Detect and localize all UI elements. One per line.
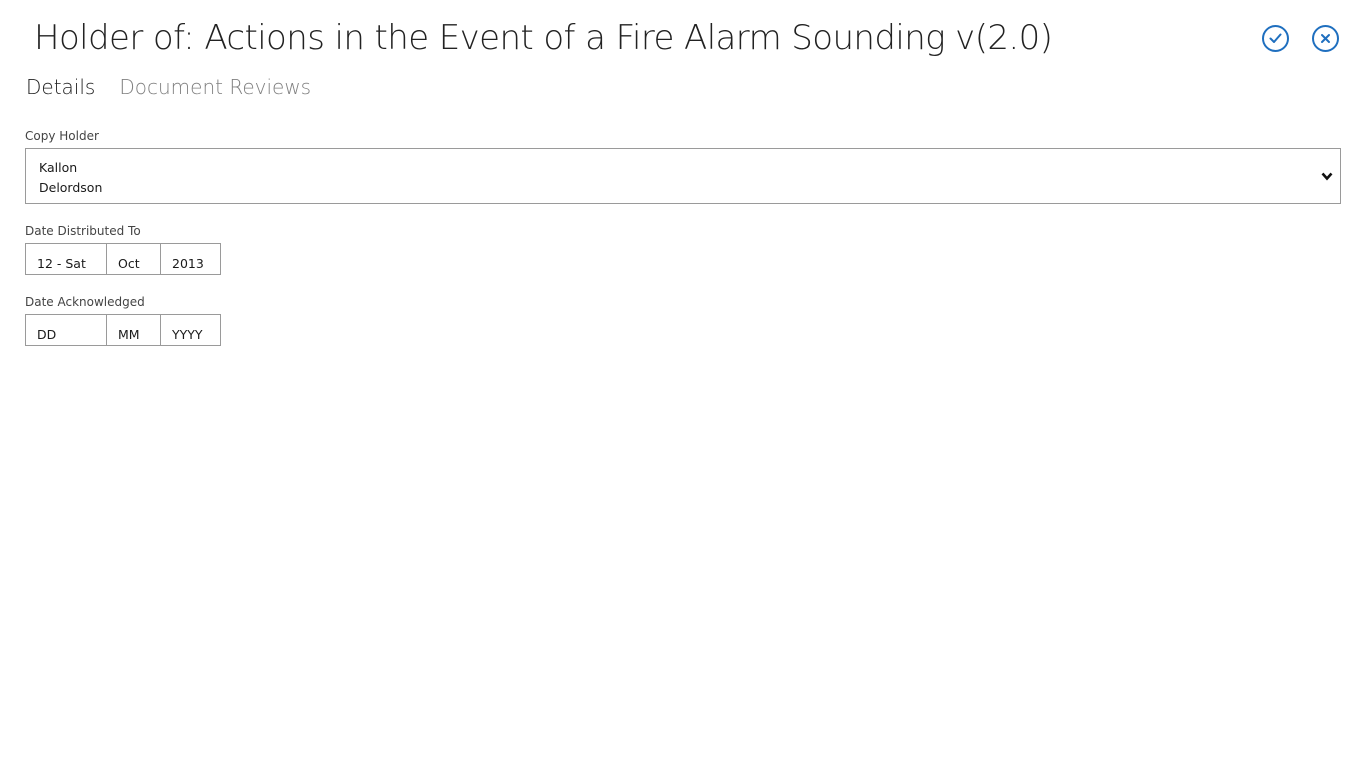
copy-holder-label: Copy Holder <box>25 129 99 143</box>
date-acknowledged-label: Date Acknowledged <box>25 295 145 309</box>
copy-holder-value-line2: Delordson <box>39 180 103 195</box>
date-acknowledged-day[interactable]: DD <box>25 314 107 346</box>
tab-document-reviews[interactable]: Document Reviews <box>119 75 311 99</box>
date-distributed-year[interactable]: 2013 <box>160 243 221 275</box>
chevron-down-icon <box>1321 172 1333 181</box>
tab-details[interactable]: Details <box>26 75 95 99</box>
date-distributed-month[interactable]: Oct <box>106 243 161 275</box>
copy-holder-value-line1: Kallon <box>39 160 78 175</box>
page: Holder of: Actions in the Event of a Fir… <box>0 0 1366 768</box>
checkmark-icon <box>1269 33 1282 43</box>
date-acknowledged-month[interactable]: MM <box>106 314 161 346</box>
date-distributed-picker: 12 - Sat Oct 2013 <box>25 243 221 275</box>
close-button[interactable] <box>1312 25 1339 52</box>
date-acknowledged-year[interactable]: YYYY <box>160 314 221 346</box>
close-icon <box>1321 34 1330 43</box>
date-distributed-label: Date Distributed To <box>25 224 141 238</box>
page-title: Holder of: Actions in the Event of a Fir… <box>34 18 1053 58</box>
date-acknowledged-picker: DD MM YYYY <box>25 314 221 346</box>
date-distributed-day[interactable]: 12 - Sat <box>25 243 107 275</box>
confirm-button[interactable] <box>1262 25 1289 52</box>
copy-holder-select[interactable]: Kallon Delordson <box>25 148 1341 204</box>
tab-bar: Details Document Reviews <box>26 75 311 99</box>
